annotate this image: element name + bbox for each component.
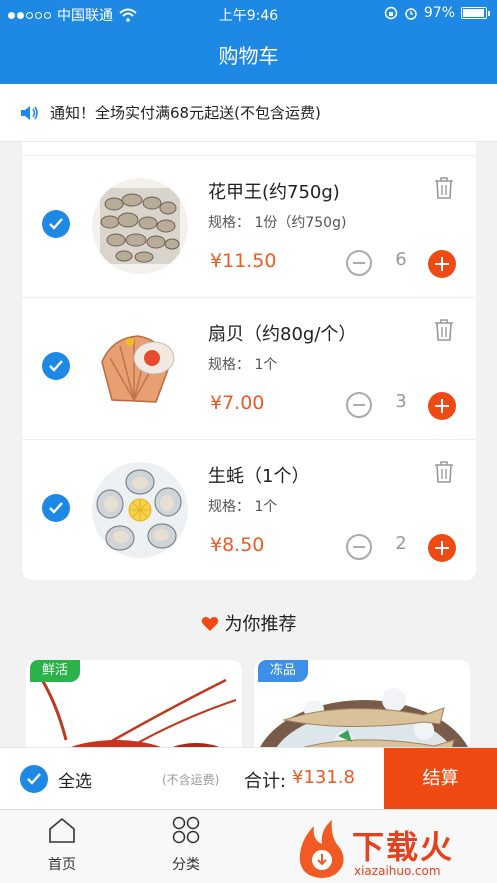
page-title: 购物车: [0, 28, 497, 84]
checkmark-icon: [49, 360, 63, 372]
trash-icon[interactable]: [433, 176, 455, 200]
total-label: 合计:: [244, 771, 287, 792]
item-name[interactable]: 生蚝（1个）: [208, 462, 309, 488]
item-name[interactable]: 花甲王(约750g): [208, 178, 340, 204]
recommend-label: 为你推荐: [224, 614, 297, 635]
tab-category[interactable]: 分类: [146, 816, 226, 874]
item-spec: 规格： 1份（约750g): [208, 215, 347, 231]
watermark-text: 下载火: [352, 828, 455, 866]
cart-list: 花甲王(约750g) 规格： 1份（约750g) ¥11.50 6 扇贝（约80…: [22, 142, 476, 580]
battery-icon: [461, 7, 490, 19]
status-bar: 中国联通 上午9:46 97%: [0, 0, 497, 28]
notice-bar: 通知！全场实付满68元起送(不包含运费): [0, 84, 497, 142]
flame-logo-icon: [299, 820, 344, 878]
cart-item: 扇贝（约80g/个） 规格： 1个 ¥7.00 3: [22, 297, 476, 439]
speaker-icon: [21, 105, 38, 120]
tab-home[interactable]: 首页: [22, 816, 102, 874]
tab-label: 首页: [48, 857, 76, 873]
decrease-button[interactable]: [346, 534, 372, 560]
item-name[interactable]: 扇贝（约80g/个）: [208, 320, 356, 346]
tab-label: 分类: [172, 857, 200, 873]
alarm-icon: [405, 8, 417, 20]
increase-button[interactable]: [428, 392, 456, 420]
select-all-label[interactable]: 全选: [58, 767, 92, 792]
item-checkbox[interactable]: [42, 210, 70, 238]
item-price: ¥11.50: [210, 250, 277, 272]
watermark-url: xiazaihuo.com: [354, 864, 441, 878]
cart-item: 花甲王(约750g) 规格： 1份（约750g) ¥11.50 6: [22, 155, 476, 297]
watermark: 下载火 xiazaihuo.com: [292, 818, 497, 880]
heart-icon: [201, 617, 218, 631]
checkmark-icon: [49, 218, 63, 230]
product-image[interactable]: [92, 462, 188, 558]
item-quantity: 2: [395, 533, 407, 554]
tag-badge: 冻品: [258, 660, 309, 682]
category-icon: [172, 816, 200, 844]
checkmark-icon: [27, 773, 41, 785]
select-all-checkbox[interactable]: [20, 765, 48, 793]
item-quantity: 3: [395, 391, 407, 412]
total-value: ¥131.8: [292, 767, 355, 788]
trash-icon[interactable]: [433, 318, 455, 342]
item-checkbox[interactable]: [42, 352, 70, 380]
notice-text: 通知！全场实付满68元起送(不包含运费): [50, 104, 321, 122]
decrease-button[interactable]: [346, 250, 372, 276]
item-spec: 规格： 1个: [208, 499, 278, 515]
increase-button[interactable]: [428, 534, 456, 562]
item-quantity: 6: [395, 249, 407, 270]
battery-percent: 97%: [423, 5, 455, 21]
item-checkbox[interactable]: [42, 494, 70, 522]
recommend-title: 为你推荐: [0, 610, 497, 636]
checkout-bar: 全选 (不含运费) 合计: ¥131.8 结算: [0, 747, 497, 810]
increase-button[interactable]: [428, 250, 456, 278]
item-spec: 规格： 1个: [208, 357, 278, 373]
trash-icon[interactable]: [433, 460, 455, 484]
checkmark-icon: [49, 502, 63, 514]
shipping-note: (不含运费): [162, 773, 220, 787]
orientation-lock-icon: [384, 6, 398, 20]
item-price: ¥8.50: [210, 534, 265, 556]
home-icon: [49, 817, 75, 843]
product-image[interactable]: [92, 178, 188, 274]
product-image[interactable]: [92, 320, 188, 416]
decrease-button[interactable]: [346, 392, 372, 418]
tag-badge: 鲜活: [30, 660, 81, 682]
cart-item: 生蚝（1个） 规格： 1个 ¥8.50 2: [22, 439, 476, 581]
checkout-button[interactable]: 结算: [384, 748, 497, 810]
item-price: ¥7.00: [210, 392, 265, 414]
